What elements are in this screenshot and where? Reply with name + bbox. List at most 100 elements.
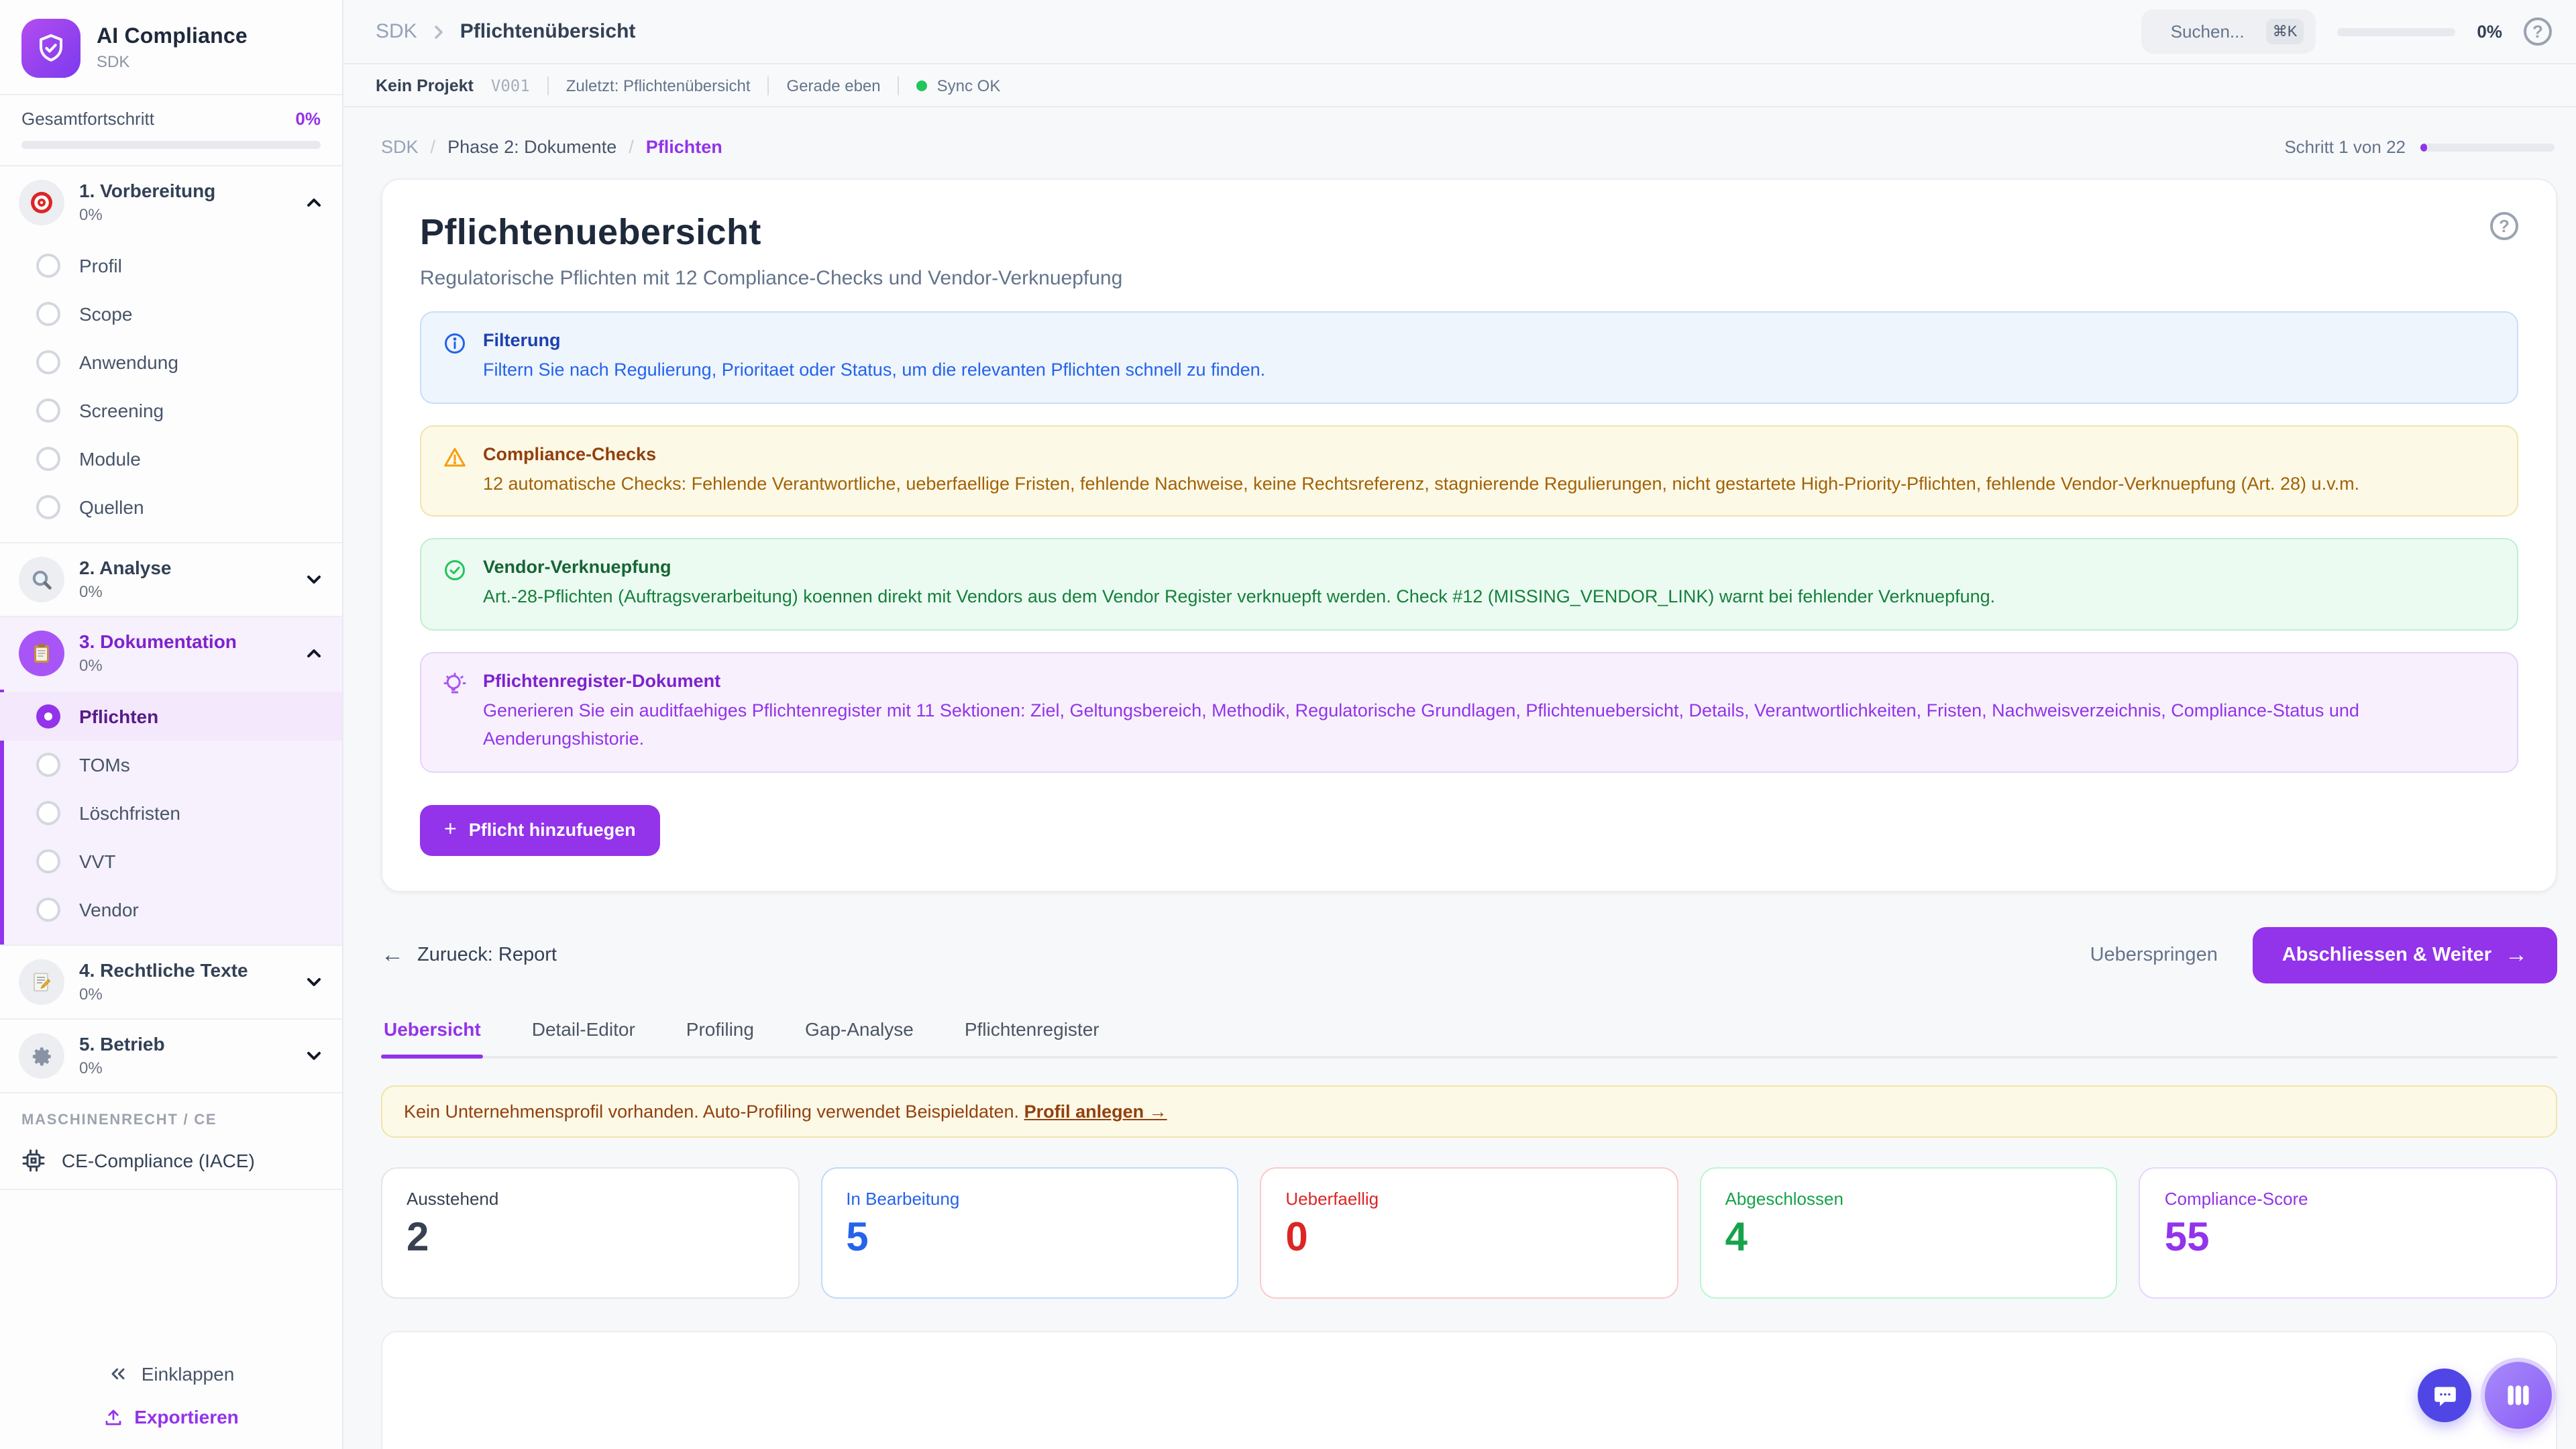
back-link[interactable]: ← Zurueck: Report bbox=[381, 942, 557, 969]
sidebar-item-scope[interactable]: Scope bbox=[0, 290, 342, 338]
info-box-body: Art.-28-Pflichten (Auftragsverarbeitung)… bbox=[483, 582, 2496, 611]
sidebar-item-quellen[interactable]: Quellen bbox=[0, 483, 342, 531]
check-circle-icon bbox=[443, 557, 467, 611]
sync-ok-dot-icon bbox=[917, 80, 928, 91]
sidebar-item-anwendung[interactable]: Anwendung bbox=[0, 338, 342, 386]
info-box-vendor-verknuepfung: Vendor-Verknuepfung Art.-28-Pflichten (A… bbox=[420, 538, 2518, 630]
add-pflicht-button[interactable]: + Pflicht hinzufuegen bbox=[420, 805, 660, 856]
sidebar-item-module[interactable]: Module bbox=[0, 435, 342, 483]
stat-label: Compliance-Score bbox=[2165, 1189, 2532, 1209]
stat-card-in-bearbeitung: In Bearbeitung 5 bbox=[820, 1167, 1238, 1299]
header-progress-value: 0% bbox=[2477, 21, 2502, 42]
arrow-left-icon: ← bbox=[381, 942, 404, 969]
phase-header-betrieb[interactable]: 5. Betrieb 0% bbox=[0, 1020, 342, 1092]
phase-header-rechtliche-texte[interactable]: 4. Rechtliche Texte 0% bbox=[0, 946, 342, 1018]
breadcrumb-current: Pflichtenübersicht bbox=[460, 20, 636, 43]
sidebar-item-vvt[interactable]: VVT bbox=[0, 837, 342, 885]
stat-label: Abgeschlossen bbox=[1725, 1189, 2092, 1209]
help-icon[interactable]: ? bbox=[2524, 17, 2552, 46]
create-profile-link[interactable]: Profil anlegen → bbox=[1024, 1102, 1167, 1122]
radio-empty-icon bbox=[36, 849, 60, 873]
breadcrumb: SDK Pflichtenübersicht bbox=[376, 20, 635, 43]
page-breadcrumb: SDK / Phase 2: Dokumente / Pflichten bbox=[381, 137, 722, 157]
radio-empty-icon bbox=[36, 302, 60, 326]
search-icon bbox=[2157, 22, 2158, 41]
sidebar-nav: 1. Vorbereitung 0% Profil Scope Anwendun… bbox=[0, 166, 342, 1093]
tab-detail-editor[interactable]: Detail-Editor bbox=[529, 1018, 638, 1056]
sidebar-item-ce-compliance[interactable]: CE-Compliance (IACE) bbox=[0, 1136, 342, 1190]
sidebar-item-toms[interactable]: TOMs bbox=[0, 741, 342, 789]
radio-empty-icon bbox=[36, 254, 60, 278]
sidebar-item-pflichten[interactable]: Pflichten bbox=[0, 692, 342, 741]
app-subtitle: SDK bbox=[97, 52, 248, 71]
stat-label: Ueberfaellig bbox=[1285, 1189, 1652, 1209]
sidebar-item-loeschfristen[interactable]: Löschfristen bbox=[0, 789, 342, 837]
complete-and-next-button[interactable]: Abschliessen & Weiter → bbox=[2253, 927, 2557, 983]
step-indicator: Schritt 1 von 22 bbox=[2284, 137, 2406, 157]
sidebar-header: AI Compliance SDK bbox=[0, 0, 342, 94]
sidebar-item-vendor[interactable]: Vendor bbox=[0, 885, 342, 934]
step-progress-bar bbox=[2420, 143, 2555, 151]
chip-icon bbox=[21, 1148, 46, 1173]
page-breadcrumb-root[interactable]: SDK bbox=[381, 137, 419, 157]
collapse-label: Einklappen bbox=[142, 1363, 235, 1385]
shield-check-icon bbox=[21, 19, 80, 78]
overall-progress-value: 0% bbox=[295, 109, 321, 129]
phase-analyse: 2. Analyse 0% bbox=[0, 543, 342, 617]
chevron-down-icon bbox=[305, 570, 323, 589]
sidebar-item-profil[interactable]: Profil bbox=[0, 241, 342, 290]
radio-empty-icon bbox=[36, 753, 60, 777]
phase-header-dokumentation[interactable]: 3. Dokumentation 0% bbox=[0, 617, 342, 690]
radio-empty-icon bbox=[36, 495, 60, 519]
radio-empty-icon bbox=[36, 801, 60, 825]
section-label-maschinenrecht: MASCHINENRECHT / CE bbox=[0, 1093, 342, 1136]
gear-icon bbox=[19, 1033, 64, 1079]
chat-button[interactable] bbox=[2418, 1368, 2471, 1422]
version-badge: V001 bbox=[491, 76, 530, 95]
breadcrumb-root[interactable]: SDK bbox=[376, 20, 417, 43]
target-icon bbox=[19, 180, 64, 225]
export-button[interactable]: Exportieren bbox=[103, 1406, 239, 1428]
phase-dokumentation: 3. Dokumentation 0% Pflichten TOMs Lösch… bbox=[0, 617, 342, 946]
chevron-right-icon bbox=[431, 23, 447, 40]
chevrons-left-icon bbox=[108, 1363, 129, 1385]
search-box[interactable]: ⌘K bbox=[2141, 9, 2316, 54]
collapse-sidebar-button[interactable]: Einklappen bbox=[108, 1363, 235, 1385]
sidebar-item-screening[interactable]: Screening bbox=[0, 386, 342, 435]
phase-percent: 0% bbox=[79, 205, 290, 225]
info-box-body: Filtern Sie nach Regulierung, Prioritaet… bbox=[483, 356, 2496, 384]
phase-title: 4. Rechtliche Texte bbox=[79, 960, 290, 983]
app-title: AI Compliance bbox=[97, 25, 248, 50]
tab-uebersicht[interactable]: Uebersicht bbox=[381, 1018, 484, 1056]
tab-profiling[interactable]: Profiling bbox=[684, 1018, 757, 1056]
chevron-up-icon bbox=[305, 193, 323, 212]
phase-header-analyse[interactable]: 2. Analyse 0% bbox=[0, 543, 342, 616]
last-saved-time: Gerade eben bbox=[787, 76, 881, 95]
phase-percent: 0% bbox=[79, 582, 290, 602]
search-input[interactable] bbox=[2171, 21, 2254, 42]
upload-icon bbox=[103, 1407, 123, 1427]
columns-icon bbox=[2504, 1381, 2533, 1410]
phase-percent: 0% bbox=[79, 656, 290, 676]
tab-gap-analyse[interactable]: Gap-Analyse bbox=[802, 1018, 916, 1056]
tab-pflichtenregister[interactable]: Pflichtenregister bbox=[962, 1018, 1102, 1056]
arrow-right-icon: → bbox=[2505, 942, 2528, 969]
tab-bar: Uebersicht Detail-Editor Profiling Gap-A… bbox=[381, 1018, 2557, 1059]
app-window: AI Compliance SDK Gesamtfortschritt 0% 1… bbox=[0, 0, 2576, 1449]
page-title: Pflichtenuebersicht bbox=[420, 212, 761, 254]
stat-value: 5 bbox=[846, 1218, 1213, 1258]
page-breadcrumb-phase[interactable]: Phase 2: Dokumente bbox=[447, 137, 616, 157]
magnifier-icon bbox=[19, 557, 64, 602]
skip-button[interactable]: Ueberspringen bbox=[2090, 945, 2218, 966]
chevron-down-icon bbox=[305, 1046, 323, 1065]
columns-view-button[interactable] bbox=[2485, 1362, 2552, 1429]
overall-progress: Gesamtfortschritt 0% bbox=[0, 94, 342, 166]
radio-empty-icon bbox=[36, 898, 60, 922]
search-shortcut-badge: ⌘K bbox=[2266, 19, 2304, 44]
phase-header-vorbereitung[interactable]: 1. Vorbereitung 0% bbox=[0, 166, 342, 239]
wizard-nav-row: ← Zurueck: Report Ueberspringen Abschlie… bbox=[381, 927, 2557, 983]
card-help-icon[interactable]: ? bbox=[2490, 212, 2518, 240]
phase-betrieb: 5. Betrieb 0% bbox=[0, 1020, 342, 1093]
warning-icon bbox=[443, 443, 467, 498]
plus-icon: + bbox=[444, 818, 457, 843]
